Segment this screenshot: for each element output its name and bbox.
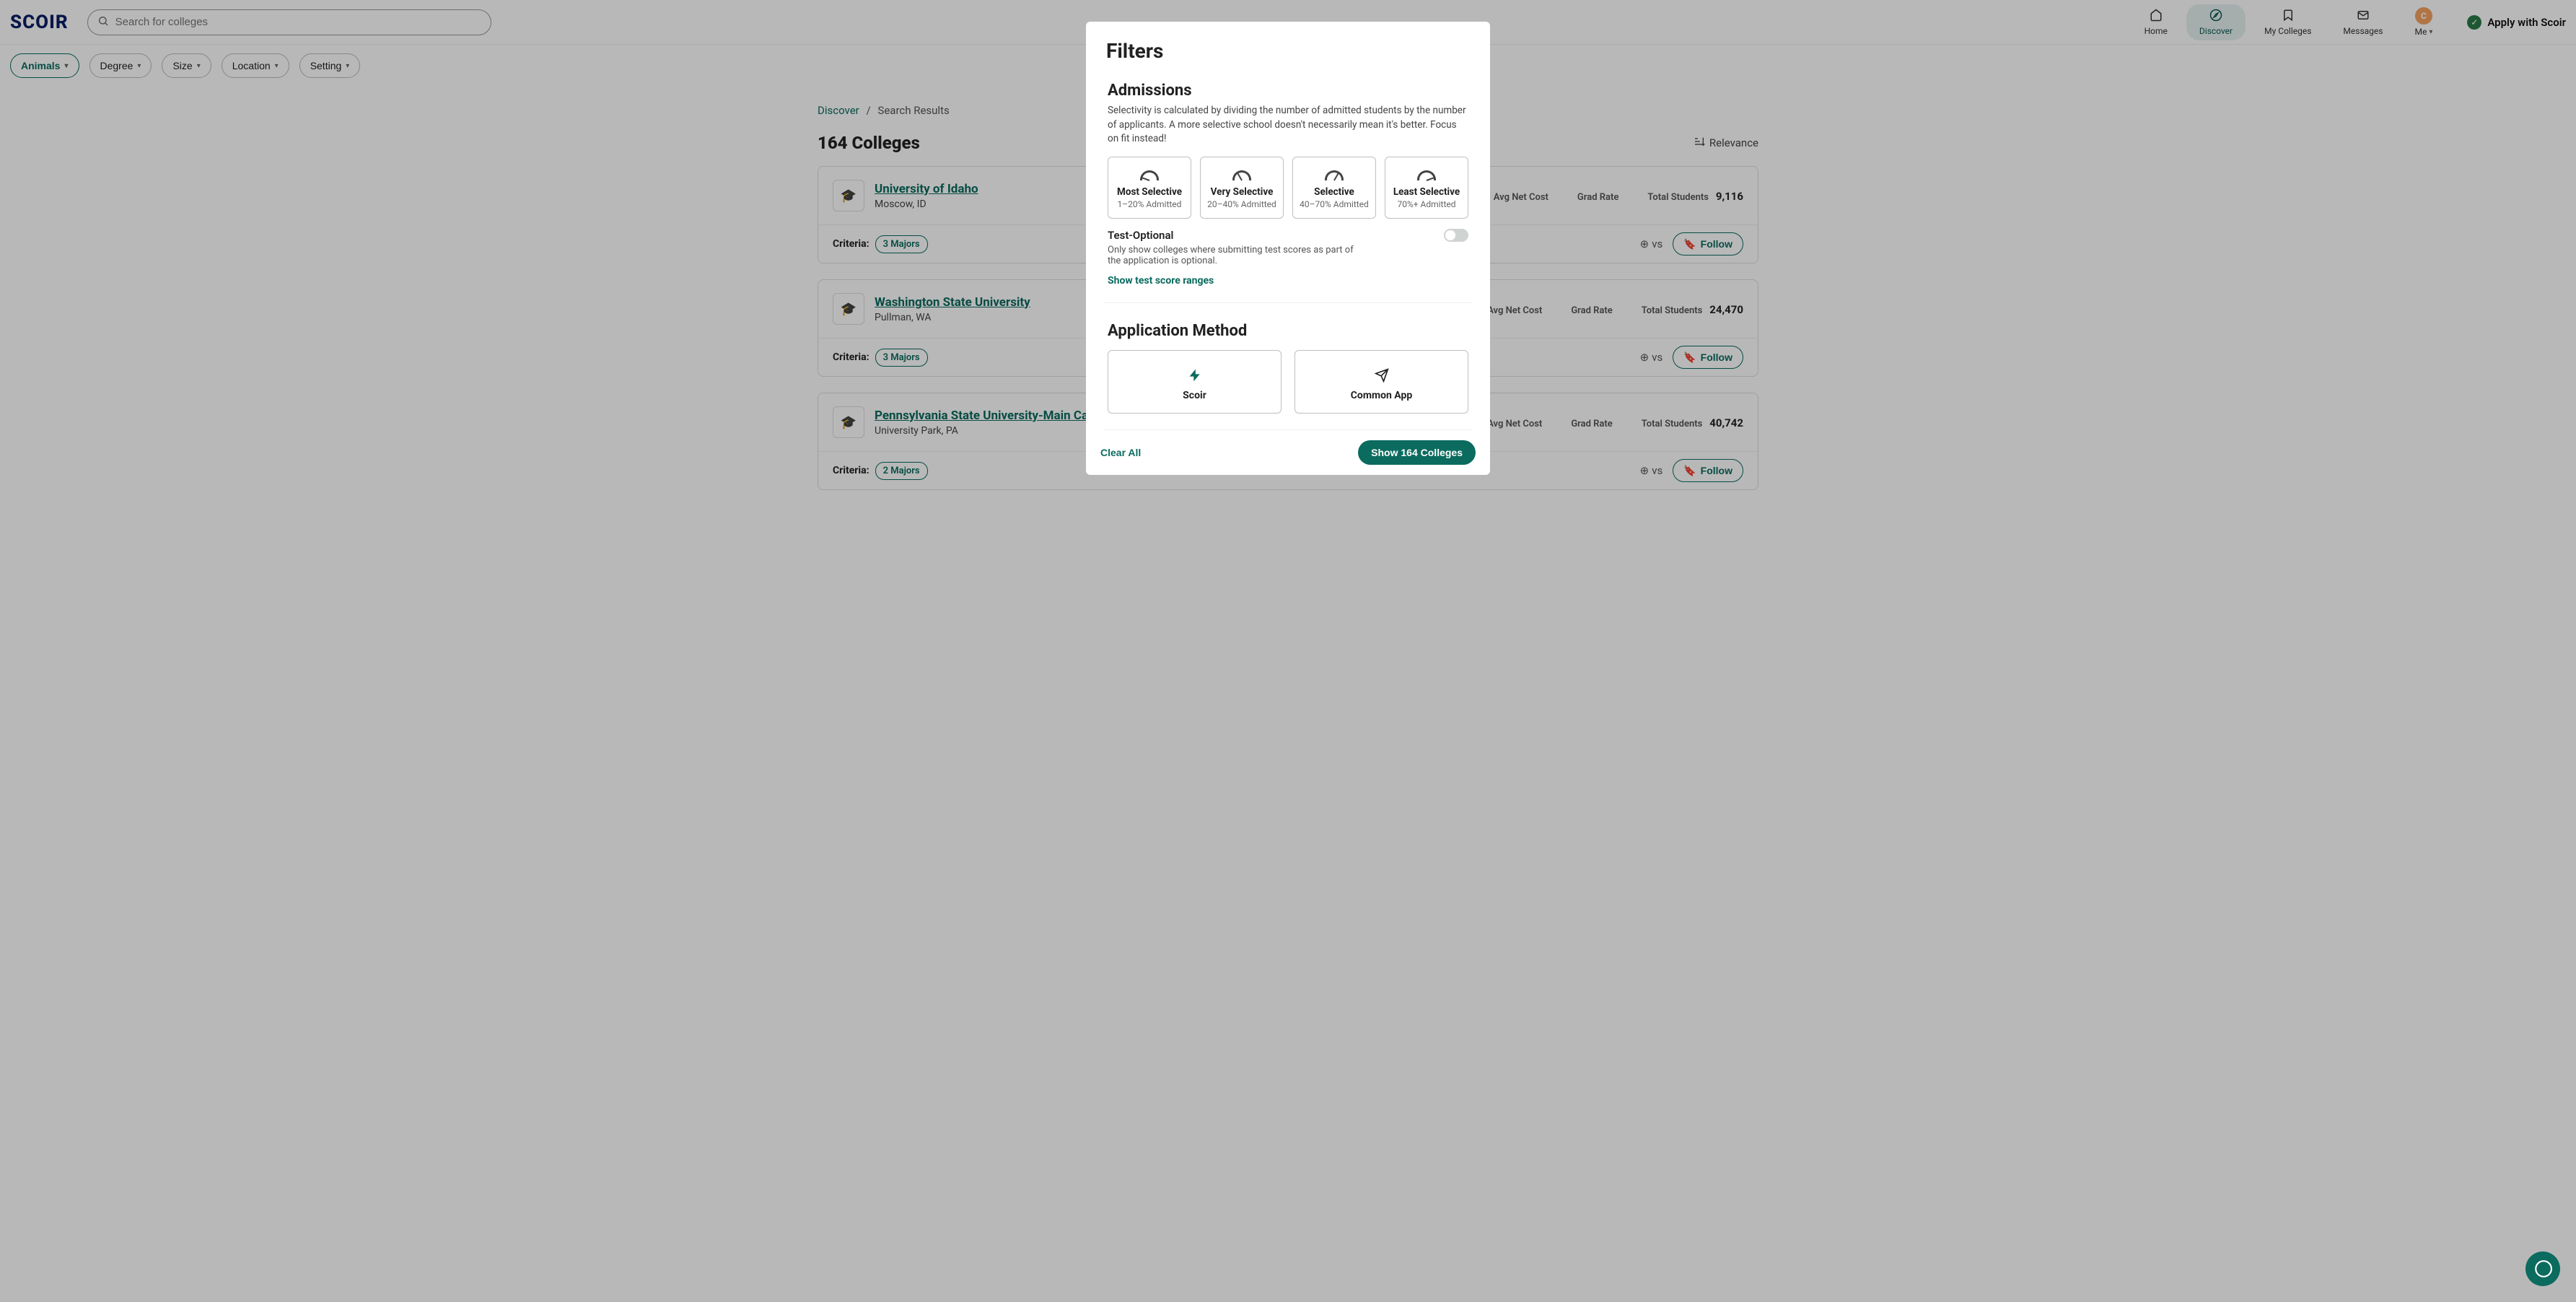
filters-modal: Filters Admissions Selectivity is calcul… xyxy=(1086,22,1490,475)
selectivity-title: Most Selective xyxy=(1114,186,1185,198)
modal-footer: Clear All Show 164 Colleges xyxy=(1086,430,1490,475)
modal-title: Filters xyxy=(1106,39,1470,63)
show-test-score-ranges[interactable]: Show test score ranges xyxy=(1108,275,1468,287)
gauge-icon xyxy=(1232,170,1251,180)
modal-header: Filters xyxy=(1086,22,1490,74)
test-optional-row: Test-Optional Only show colleges where s… xyxy=(1108,229,1468,266)
selectivity-very[interactable]: Very Selective 20–40% Admitted xyxy=(1200,157,1284,219)
admissions-desc: Selectivity is calculated by dividing th… xyxy=(1108,104,1468,147)
panel-admissions: Admissions Selectivity is calculated by … xyxy=(1103,74,1473,303)
selectivity-sub: 1–20% Admitted xyxy=(1114,199,1185,209)
paper-plane-icon xyxy=(1373,367,1390,384)
selectivity-title: Least Selective xyxy=(1391,186,1462,198)
test-optional-toggle[interactable] xyxy=(1444,229,1468,242)
app-method-common-app[interactable]: Common App xyxy=(1294,350,1468,414)
admissions-heading: Admissions xyxy=(1108,82,1468,100)
clear-all-button[interactable]: Clear All xyxy=(1100,447,1141,458)
help-fab[interactable] xyxy=(2525,1251,2560,1286)
selectivity-title: Selective xyxy=(1299,186,1370,198)
modal-body[interactable]: Admissions Selectivity is calculated by … xyxy=(1086,74,1490,430)
selectivity-grid: Most Selective 1–20% Admitted Very Selec… xyxy=(1108,157,1468,219)
selectivity-sub: 70%+ Admitted xyxy=(1391,199,1462,209)
test-optional-desc: Only show colleges where submitting test… xyxy=(1108,245,1367,266)
app-method-scoir[interactable]: Scoir xyxy=(1108,350,1282,414)
gauge-icon xyxy=(1325,170,1344,180)
selectivity-sub: 20–40% Admitted xyxy=(1206,199,1277,209)
modal-overlay[interactable]: Filters Admissions Selectivity is calcul… xyxy=(0,0,2576,1302)
selectivity-least[interactable]: Least Selective 70%+ Admitted xyxy=(1385,157,1468,219)
show-colleges-button[interactable]: Show 164 Colleges xyxy=(1358,440,1476,465)
app-method-label: Scoir xyxy=(1117,390,1272,401)
selectivity-sub: 40–70% Admitted xyxy=(1299,199,1370,209)
test-optional-title: Test-Optional xyxy=(1108,229,1367,242)
selectivity-selective[interactable]: Selective 40–70% Admitted xyxy=(1292,157,1376,219)
app-method-label: Common App xyxy=(1304,390,1459,401)
gauge-icon xyxy=(1140,170,1159,180)
panel-application-method: Application Method Scoir Common App xyxy=(1103,303,1473,430)
bolt-icon xyxy=(1186,367,1204,384)
selectivity-title: Very Selective xyxy=(1206,186,1277,198)
gauge-icon xyxy=(1417,170,1436,180)
selectivity-most[interactable]: Most Selective 1–20% Admitted xyxy=(1108,157,1191,219)
app-method-heading: Application Method xyxy=(1108,322,1468,340)
